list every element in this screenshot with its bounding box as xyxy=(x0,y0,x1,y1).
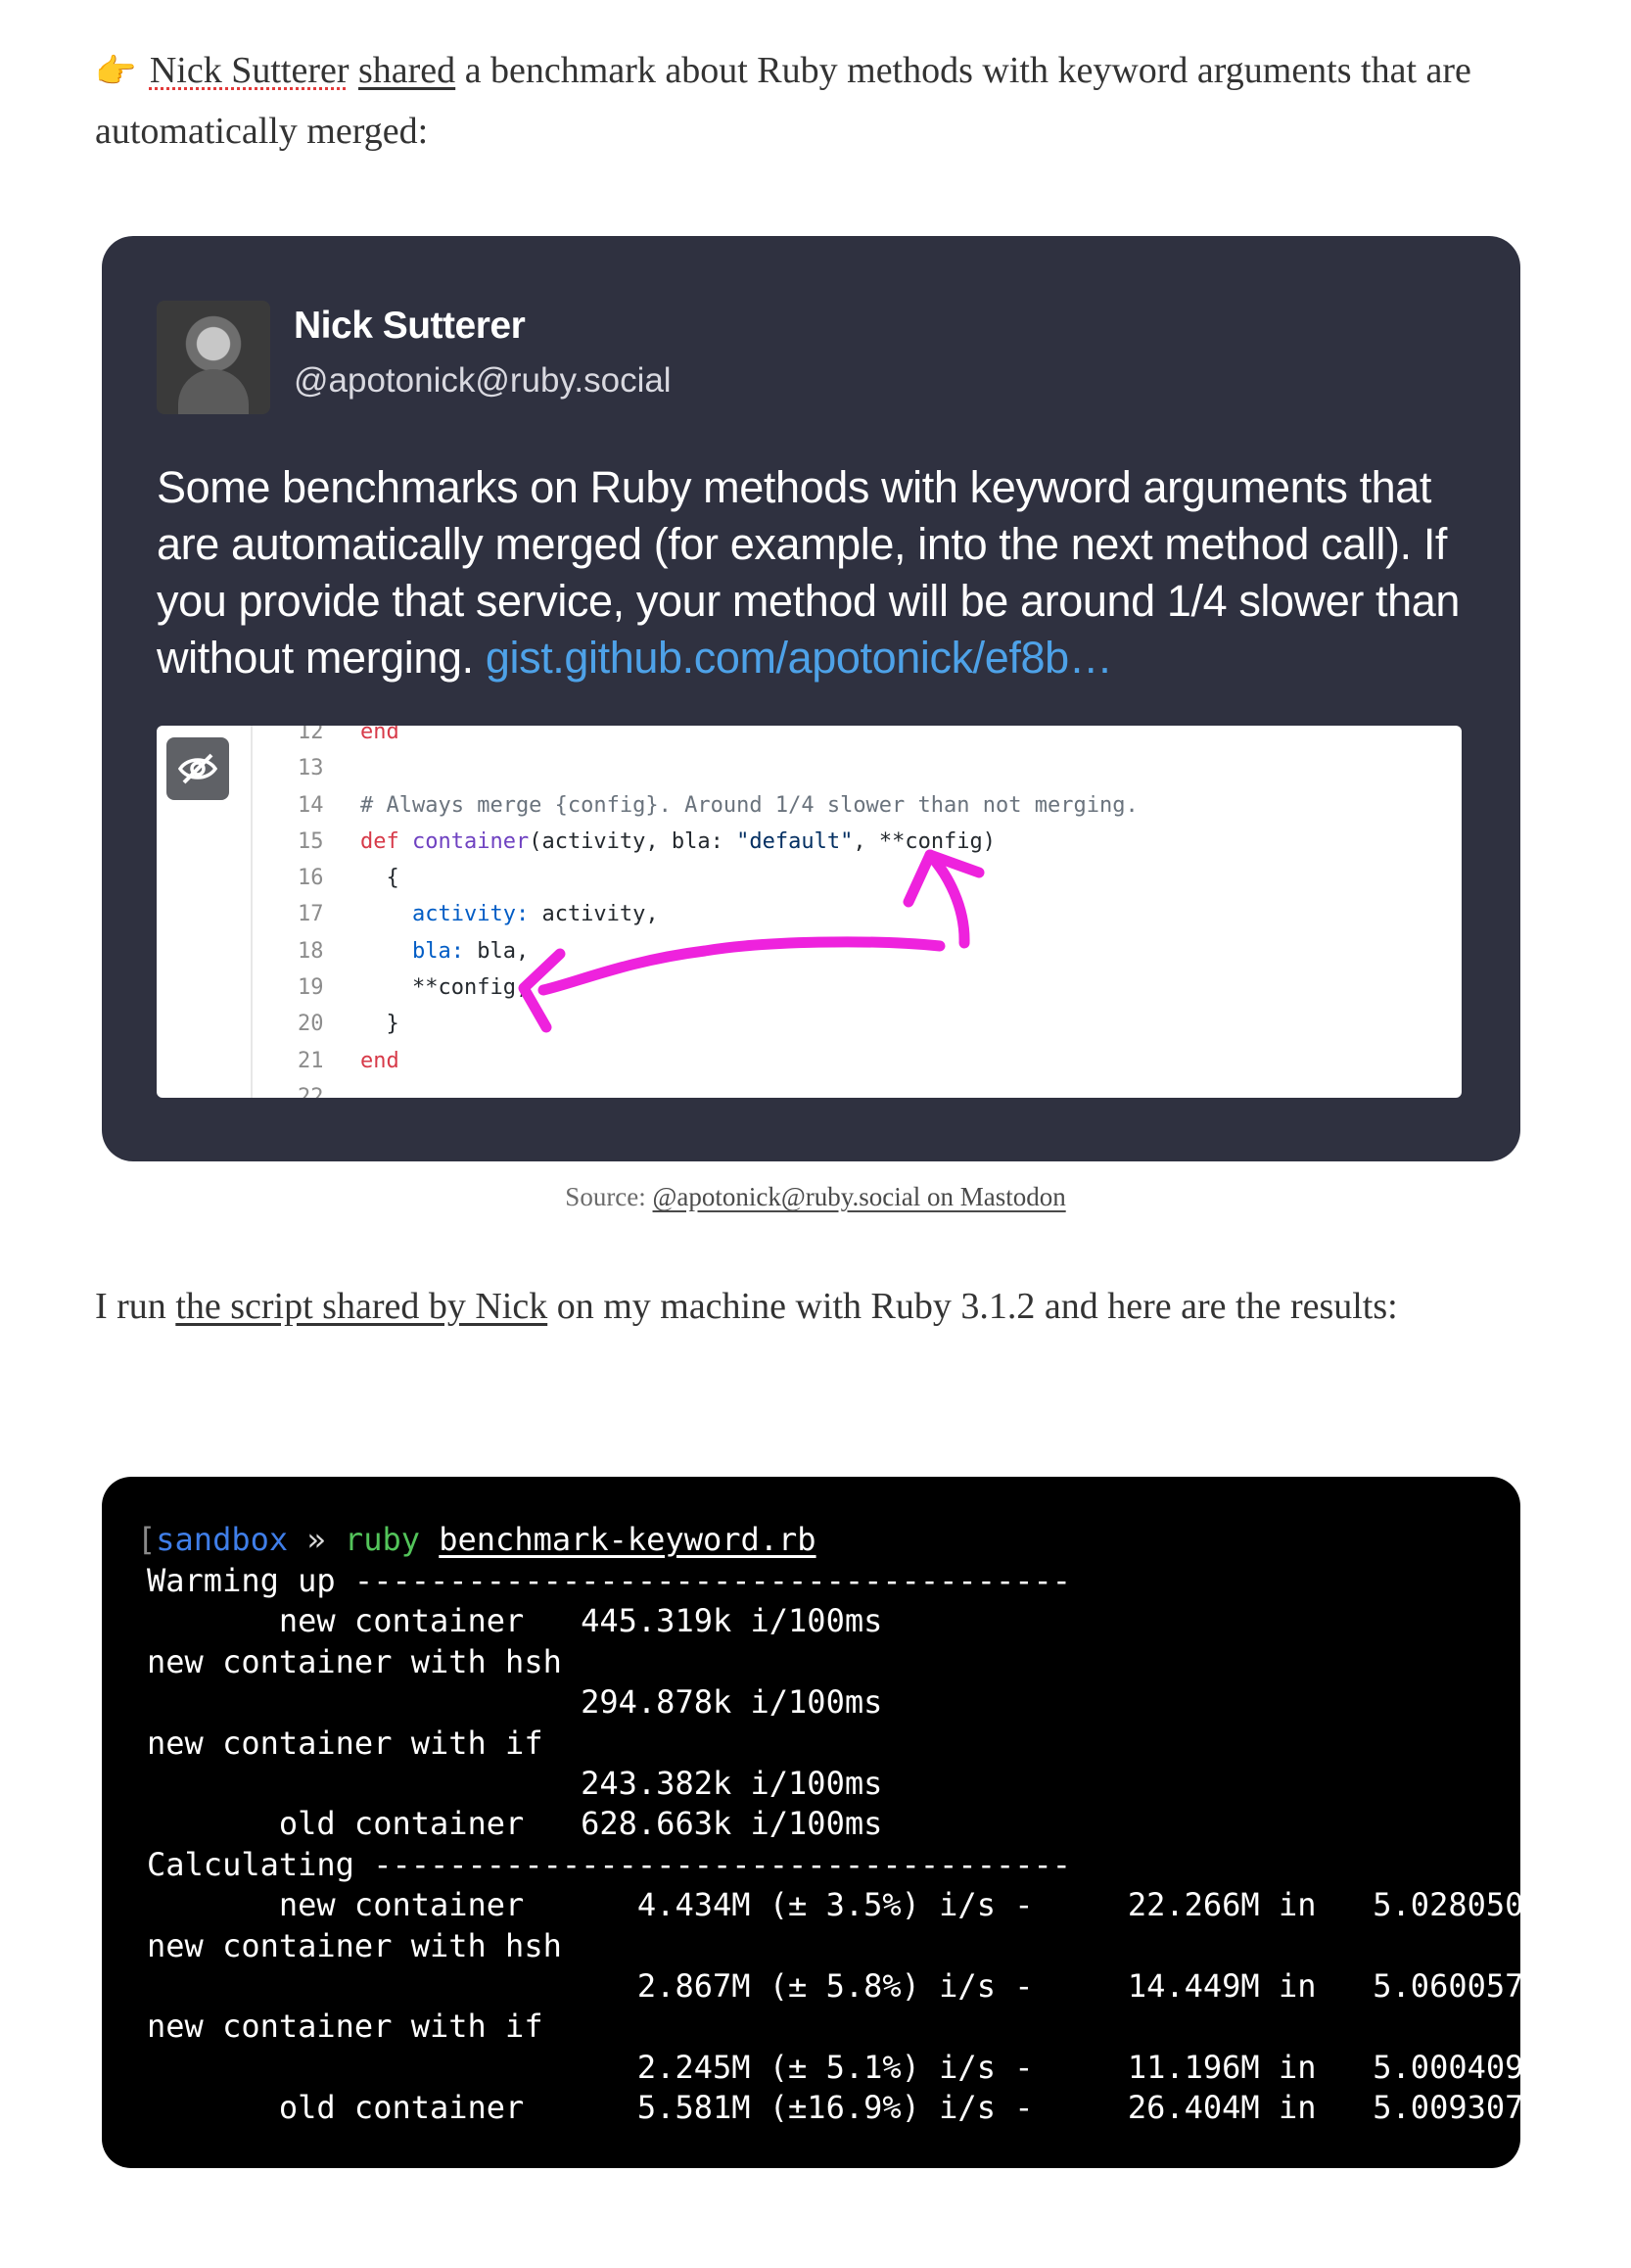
account-handle[interactable]: @apotonick@ruby.social xyxy=(294,361,672,401)
prompt-directory: sandbox xyxy=(156,1521,289,1558)
terminal-output-line: Calculating ----------------------------… xyxy=(147,1845,1072,1883)
prompt-separator: » xyxy=(306,1521,326,1558)
code-screenshot[interactable]: 12 end 13 14 # Always merge {config}. Around… xyxy=(157,726,1462,1098)
terminal-output-line: new container 445.319k i/100ms xyxy=(147,1602,883,1640)
terminal-output-line: 2.245M (± 5.1%) i/s - 11.196M in 5.00040… xyxy=(147,2048,1543,2086)
author-link[interactable]: Nick Sutterer xyxy=(150,50,350,91)
caption-source-link[interactable]: @apotonick@ruby.social on Mastodon xyxy=(653,1182,1066,1211)
benchmark-output: Warming up -----------------------------… xyxy=(147,1561,1543,2129)
terminal-output-line: 243.382k i/100ms xyxy=(147,1765,883,1803)
mastodon-post-embed[interactable]: Nick Sutterer @apotonick@ruby.social Som… xyxy=(102,236,1520,1161)
prompt-command: ruby xyxy=(344,1521,420,1558)
results-paragraph: I run the script shared by Nick on my ma… xyxy=(95,1277,1485,1337)
shared-link[interactable]: shared xyxy=(358,50,455,91)
results-text-after: on my machine with Ruby 3.1.2 and here a… xyxy=(556,1286,1398,1327)
script-link[interactable]: the script shared by Nick xyxy=(175,1286,547,1327)
figure-caption: Source: @apotonick@ruby.social on Mastod… xyxy=(0,1182,1631,1212)
terminal-output-line: Warming up -----------------------------… xyxy=(147,1562,1072,1599)
intro-paragraph: 👉 Nick Sutterer shared a benchmark about… xyxy=(95,41,1485,162)
results-text-before: I run xyxy=(95,1286,166,1327)
terminal-prompt: [sandbox » ruby benchmark-keyword.rb xyxy=(137,1520,816,1560)
terminal-output-line: new container with if xyxy=(147,2008,543,2046)
caption-label: Source: xyxy=(565,1182,646,1211)
prompt-bracket: [ xyxy=(137,1521,157,1558)
avatar[interactable] xyxy=(157,301,270,414)
annotation-arrows xyxy=(518,849,985,1033)
terminal-screenshot: [sandbox » ruby benchmark-keyword.rb War… xyxy=(102,1477,1543,2168)
terminal-output-line: new container with if xyxy=(147,1724,543,1762)
display-name[interactable]: Nick Sutterer xyxy=(294,305,526,348)
terminal-output-line: 294.878k i/100ms xyxy=(147,1683,883,1722)
terminal-output-line: new container with hsh xyxy=(147,1926,562,1964)
terminal-output-line: old container 628.663k i/100ms xyxy=(147,1805,883,1843)
post-text: Some benchmarks on Ruby methods with key… xyxy=(157,459,1478,686)
arrow-to-config-param xyxy=(537,936,946,996)
prompt-file: benchmark-keyword.rb xyxy=(439,1521,816,1558)
terminal-output-line: new container with hsh xyxy=(147,1642,562,1680)
gist-link[interactable]: gist.github.com/apotonick/ef8b… xyxy=(486,633,1113,683)
terminal-output-line: 2.867M (± 5.8%) i/s - 14.449M in 5.06005… xyxy=(147,1967,1543,2006)
backhand-index-pointing-right-icon: 👉 xyxy=(95,54,137,90)
terminal-output-line: new container 4.434M (± 3.5%) i/s - 22.2… xyxy=(147,1886,1543,1924)
terminal-output-line: old container 5.581M (±16.9%) i/s - 26.4… xyxy=(147,2089,1543,2127)
